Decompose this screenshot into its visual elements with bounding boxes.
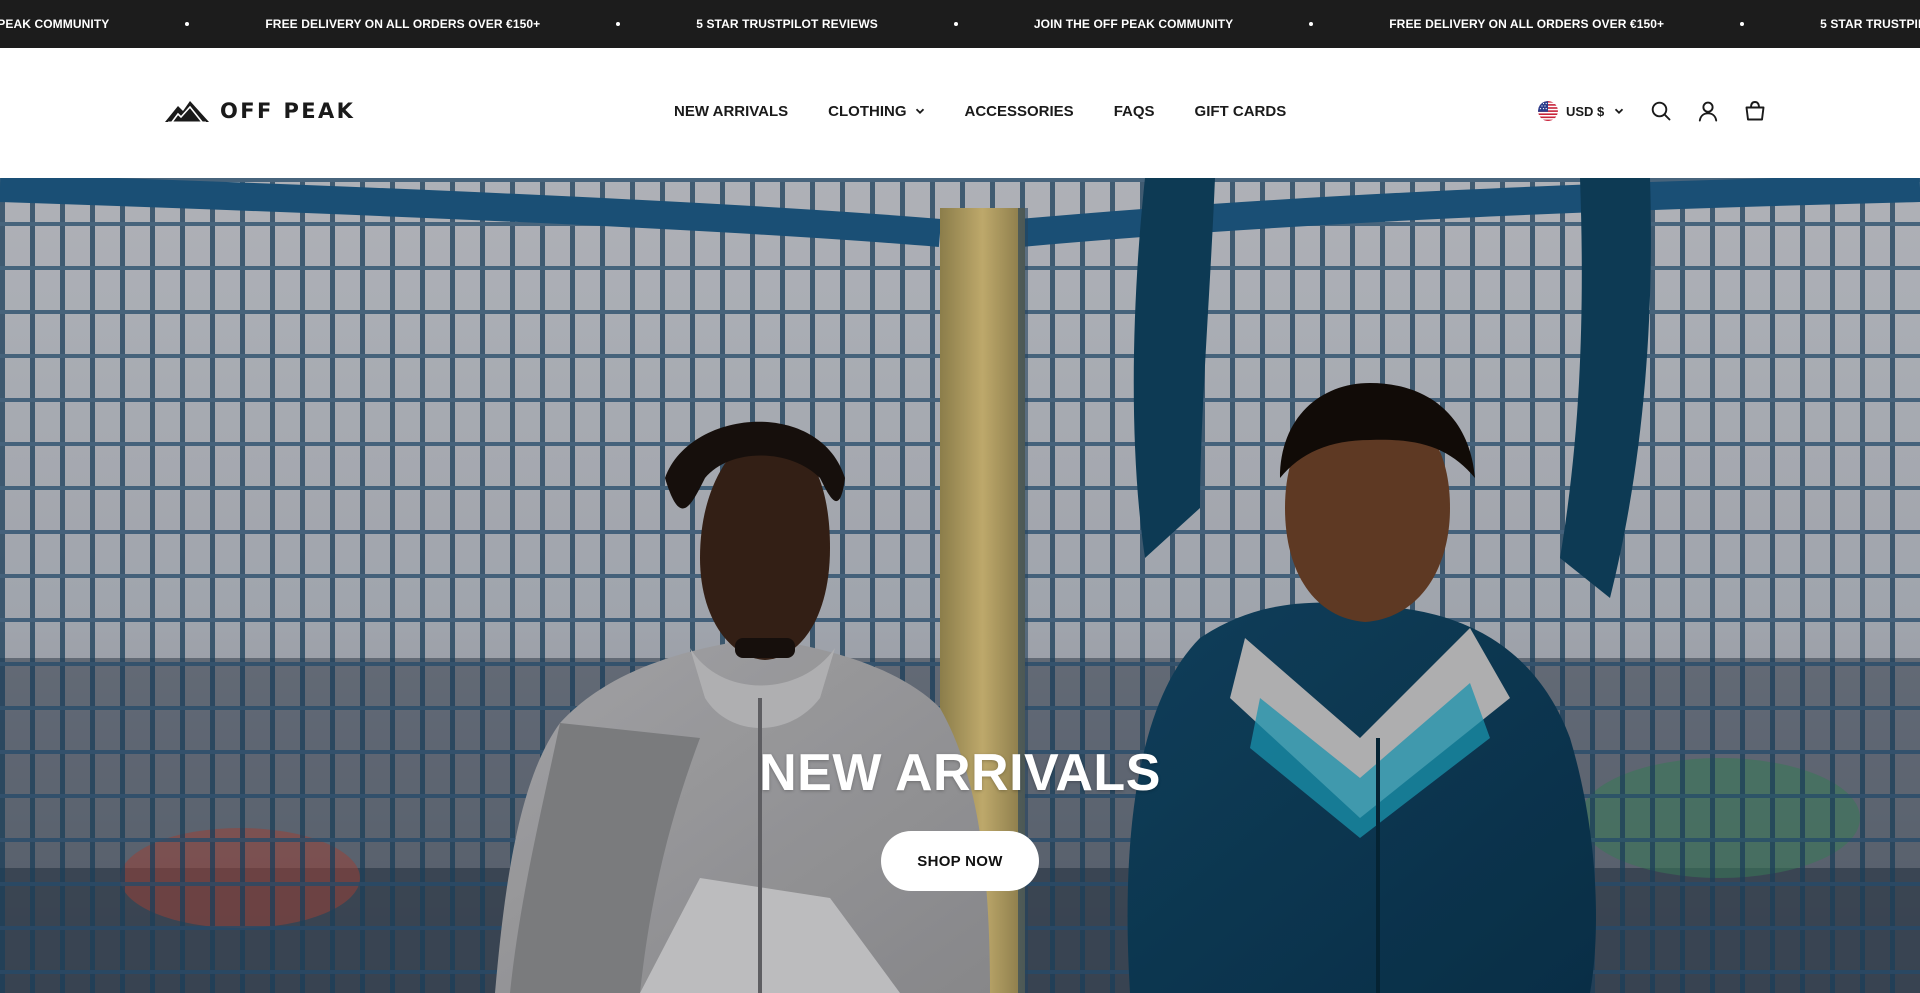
nav-item-faqs[interactable]: FAQS — [1114, 103, 1155, 120]
announcement-item: FREE DELIVERY ON ALL ORDERS OVER €150+ — [265, 17, 541, 31]
nav-item-clothing[interactable]: CLOTHING — [828, 103, 924, 120]
cart-icon[interactable] — [1744, 100, 1766, 122]
announcement-separator — [1309, 22, 1314, 26]
nav-item-label: NEW ARRIVALS — [674, 102, 789, 120]
nav-item-label: ACCESSORIES — [964, 102, 1074, 120]
nav-item-label: CLOTHING — [828, 102, 907, 120]
hero-title: NEW ARRIVALS — [759, 744, 1161, 802]
us-flag-icon — [1538, 101, 1558, 121]
announcement-track: JOIN THE OFF PEAK COMMUNITY FREE DELIVER… — [0, 0, 1920, 48]
mountain-logo-icon — [165, 101, 209, 123]
announcement-separator — [185, 22, 190, 26]
announcement-item: 5 STAR TRUSTPILOT REVIEWS — [696, 17, 878, 31]
chevron-down-icon — [915, 108, 924, 114]
nav-item-accessories[interactable]: ACCESSORIES — [965, 103, 1074, 120]
chevron-down-icon — [1615, 108, 1624, 114]
hero-banner: NEW ARRIVALS SHOP NOW — [0, 178, 1920, 993]
site-header: OFF PEAK NEW ARRIVALS CLOTHING ACCESSORI… — [0, 48, 1920, 178]
nav-item-new-arrivals[interactable]: NEW ARRIVALS — [674, 103, 788, 120]
currency-selector[interactable]: USD $ — [1538, 101, 1624, 121]
nav-item-label: GIFT CARDS — [1194, 102, 1287, 120]
announcement-item: JOIN THE OFF PEAK COMMUNITY — [1033, 17, 1234, 31]
account-icon[interactable] — [1697, 100, 1719, 122]
header-tools: USD $ — [1538, 98, 1766, 124]
announcement-separator — [1740, 22, 1745, 26]
logo-text: OFF PEAK — [220, 99, 356, 123]
nav-item-label: FAQS — [1113, 102, 1155, 120]
main-nav: NEW ARRIVALS CLOTHING ACCESSORIES FAQS G… — [674, 101, 1286, 121]
announcement-item: FREE DELIVERY ON ALL ORDERS OVER €150+ — [1389, 17, 1665, 31]
announcement-item: 5 STAR TRUSTPILOT REVIEWS — [1820, 17, 1920, 31]
announcement-item: JOIN THE OFF PEAK COMMUNITY — [0, 17, 110, 31]
shop-now-button[interactable]: SHOP NOW — [881, 831, 1039, 891]
currency-label: USD $ — [1566, 103, 1605, 119]
logo-link[interactable]: OFF PEAK — [164, 98, 355, 124]
announcement-bar: JOIN THE OFF PEAK COMMUNITY FREE DELIVER… — [0, 0, 1920, 48]
search-icon[interactable] — [1650, 100, 1672, 122]
announcement-separator — [953, 22, 958, 26]
nav-item-gift-cards[interactable]: GIFT CARDS — [1195, 103, 1287, 120]
announcement-separator — [616, 22, 621, 26]
